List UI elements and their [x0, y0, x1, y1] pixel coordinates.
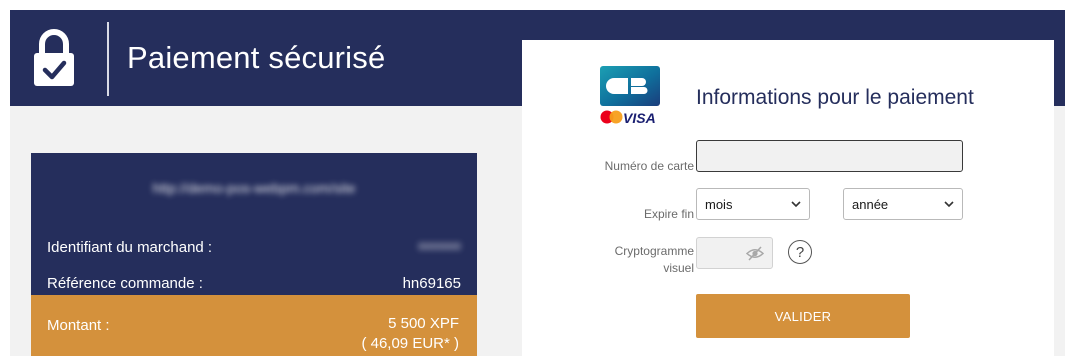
- header-divider: [107, 22, 109, 96]
- amount-band: Montant : 5 500 XPF ( 46,09 EUR* ): [31, 295, 477, 356]
- payment-page: Paiement sécurisé http://demo-pos-webpm.…: [10, 10, 1065, 356]
- cvv-input[interactable]: [696, 237, 773, 269]
- expiry-month-value: mois: [705, 196, 733, 212]
- payment-info-title: Informations pour le paiement: [696, 86, 974, 109]
- merchant-id-label: Identifiant du marchand :: [47, 238, 213, 256]
- amount-xpf: 5 500 XPF: [388, 315, 459, 332]
- expiry-label: Expire fin: [643, 207, 694, 221]
- amount-label: Montant :: [47, 317, 110, 334]
- merchant-id-value: 0000000: [418, 241, 461, 253]
- expiry-year-select[interactable]: année: [843, 188, 963, 220]
- payment-form-panel: VISA Informations pour le paiement Numér…: [522, 40, 1054, 356]
- cvv-help-icon[interactable]: ?: [788, 240, 812, 264]
- amount-eur: ( 46,09 EUR* ): [361, 335, 459, 352]
- merchant-info-card: http://demo-pos-webpm.com/site Identifia…: [31, 153, 477, 356]
- expiry-year-value: année: [852, 196, 889, 212]
- cvv-label-line2: visuel: [663, 261, 694, 275]
- order-ref-label: Référence commande :: [47, 274, 203, 292]
- page-title: Paiement sécurisé: [127, 40, 386, 75]
- cb-logo-icon: [600, 66, 660, 106]
- order-ref-value: hn69165: [402, 274, 461, 292]
- card-number-label: Numéro de carte: [604, 159, 694, 173]
- merchant-id-row: Identifiant du marchand : 0000000: [47, 237, 461, 257]
- cvv-label: Cryptogramme visuel: [615, 243, 694, 277]
- visa-logo-icon: VISA: [623, 110, 656, 126]
- mastercard-logo-icon: VISA: [600, 110, 656, 126]
- chevron-down-icon: [944, 201, 954, 208]
- expiry-month-select[interactable]: mois: [696, 188, 810, 220]
- chevron-down-icon: [791, 201, 801, 208]
- card-number-input[interactable]: [696, 140, 963, 172]
- eye-slash-icon[interactable]: [746, 246, 764, 261]
- cvv-label-line1: Cryptogramme: [614, 244, 694, 258]
- lock-check-icon: [34, 29, 74, 86]
- submit-button[interactable]: VALIDER: [696, 294, 910, 338]
- order-ref-row: Référence commande : hn69165: [47, 273, 461, 293]
- merchant-url: http://demo-pos-webpm.com/site: [152, 180, 356, 196]
